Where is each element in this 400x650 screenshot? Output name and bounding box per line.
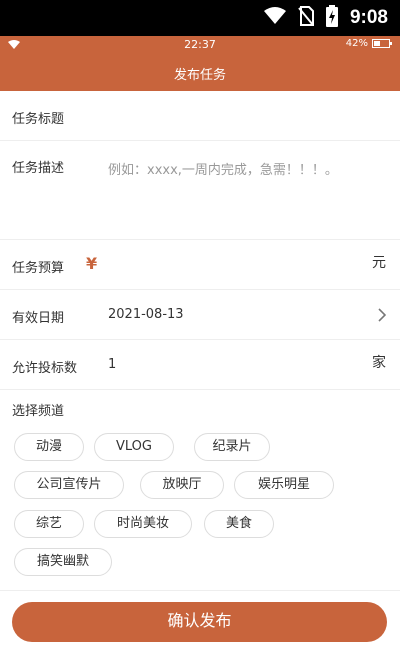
channel-chip[interactable]: 综艺 <box>14 510 84 538</box>
budget-label: 任务预算 <box>12 261 65 276</box>
app-status-time: 22:37 <box>184 38 216 51</box>
budget-unit: 元 <box>372 255 386 271</box>
task-title-label: 任务标题 <box>12 112 65 127</box>
battery-charging-icon <box>325 5 338 31</box>
app-header: 22:37 42% 发布任务 <box>0 36 400 91</box>
task-description-row[interactable]: 任务描述 例如：xxxx,一周内完成，急需！！！。 <box>0 141 400 240</box>
wifi-icon <box>263 7 286 29</box>
channel-chip[interactable]: 时尚美妆 <box>94 510 192 538</box>
channel-chip[interactable]: 娱乐明星 <box>234 471 334 499</box>
channel-chip[interactable]: 搞笑幽默 <box>14 548 112 576</box>
channel-chip[interactable]: VLOG <box>94 433 174 461</box>
allowed-bids-input[interactable]: 1 <box>108 357 116 372</box>
channels-label: 选择频道 <box>12 404 65 419</box>
system-status-bar: 9:08 <box>0 0 400 36</box>
channel-chip[interactable]: 公司宣传片 <box>14 471 124 499</box>
system-clock: 9:08 <box>349 7 388 28</box>
channel-chip[interactable]: 动漫 <box>14 433 84 461</box>
task-title-row[interactable]: 任务标题 <box>0 91 400 141</box>
allowed-bids-unit: 家 <box>372 355 386 371</box>
valid-date-value[interactable]: 2021-08-13 <box>108 307 184 322</box>
valid-date-row[interactable]: 有效日期 2021-08-13 <box>0 290 400 340</box>
yen-icon: ¥ <box>86 254 98 273</box>
page-title: 发布任务 <box>173 68 226 83</box>
no-sim-icon <box>298 6 314 30</box>
task-description-label: 任务描述 <box>12 161 65 176</box>
app-status-bar: 22:37 42% <box>0 36 400 54</box>
channel-chip[interactable]: 纪录片 <box>194 433 270 461</box>
budget-row[interactable]: 任务预算 ¥ 元 <box>0 240 400 290</box>
battery-tip <box>390 42 392 45</box>
battery-fill <box>374 41 380 46</box>
channel-chip[interactable]: 美食 <box>204 510 274 538</box>
battery-percent: 42% <box>345 38 368 49</box>
allowed-bids-label: 允许投标数 <box>12 361 78 376</box>
chevron-right-icon[interactable] <box>378 307 387 326</box>
confirm-publish-button[interactable]: 确认发布 <box>12 602 387 642</box>
valid-date-label: 有效日期 <box>12 311 65 326</box>
battery-indicator: 42% <box>345 38 392 49</box>
task-description-input[interactable]: 例如：xxxx,一周内完成，急需！！！。 <box>108 159 338 178</box>
battery-icon <box>372 39 392 48</box>
allowed-bids-row[interactable]: 允许投标数 1 家 <box>0 340 400 390</box>
channel-chip[interactable]: 放映厅 <box>140 471 224 499</box>
